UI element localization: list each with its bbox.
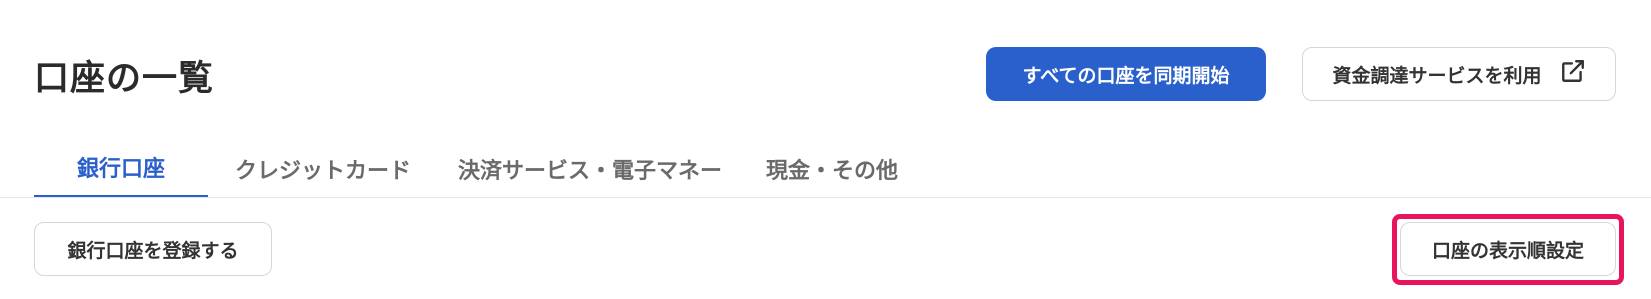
register-bank-account-button[interactable]: 銀行口座を登録する: [34, 222, 272, 276]
display-order-settings-button[interactable]: 口座の表示順設定: [1400, 222, 1616, 276]
external-link-icon: [1560, 58, 1586, 90]
tabs-divider: [0, 197, 1651, 198]
tab-cash-other[interactable]: 現金・その他: [742, 143, 922, 198]
tab-credit-cards[interactable]: クレジットカード: [208, 143, 438, 198]
funding-service-button[interactable]: 資金調達サービスを利用: [1302, 47, 1616, 101]
page-title: 口座の一覧: [34, 59, 215, 99]
tab-payment-services[interactable]: 決済サービス・電子マネー: [438, 143, 742, 198]
accounts-page: 口座の一覧 すべての口座を同期開始 資金調達サービスを利用 銀行口座 クレジット…: [0, 0, 1651, 299]
sync-all-accounts-button[interactable]: すべての口座を同期開始: [986, 47, 1266, 101]
tab-bank-accounts[interactable]: 銀行口座: [34, 143, 208, 198]
account-type-tabs: 銀行口座 クレジットカード 決済サービス・電子マネー 現金・その他: [34, 143, 922, 198]
funding-service-label: 資金調達サービスを利用: [1332, 65, 1542, 87]
